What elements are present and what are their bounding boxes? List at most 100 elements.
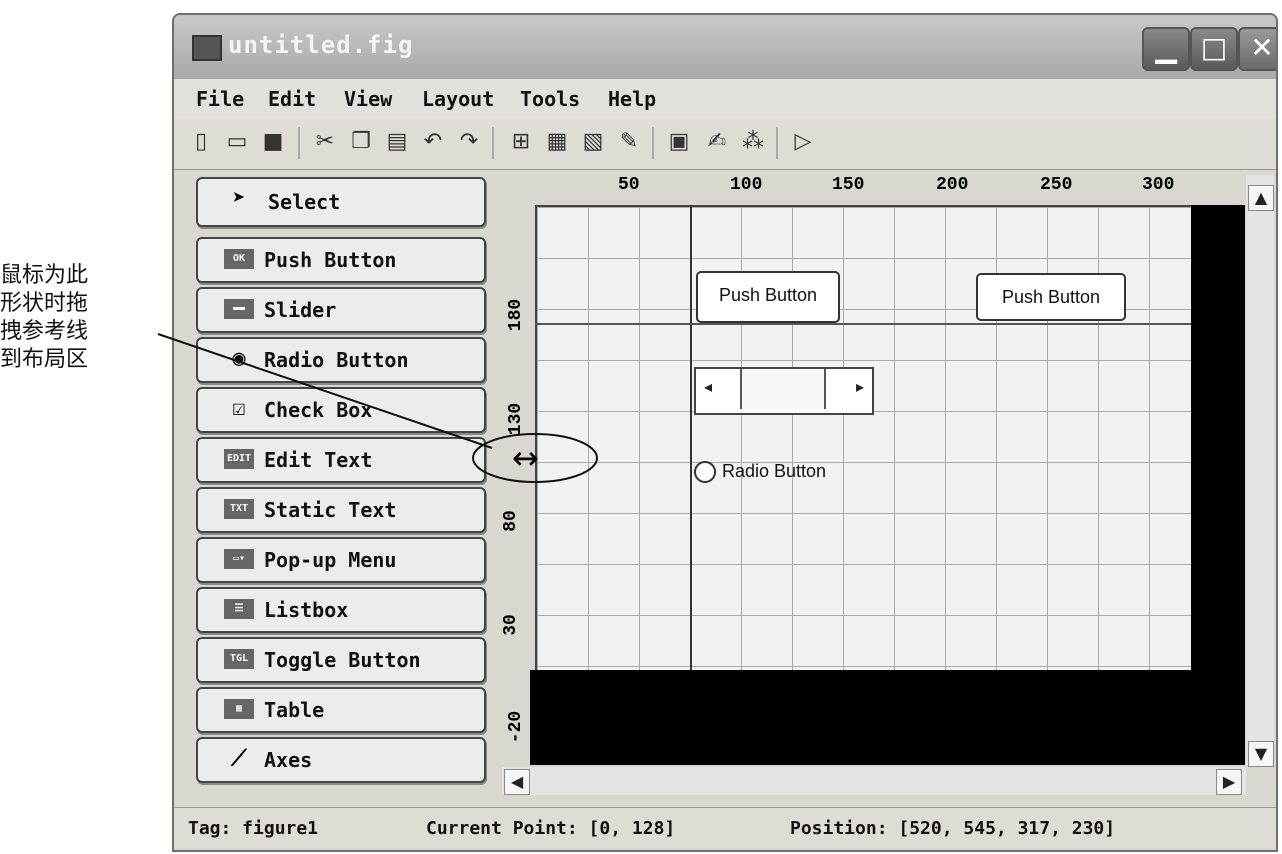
edit-text-icon: EDIT bbox=[224, 449, 254, 469]
toolbar-separator bbox=[776, 127, 778, 159]
minimize-button[interactable]: ▁ bbox=[1142, 27, 1190, 71]
palette-radio-button[interactable]: ◉ Radio Button bbox=[196, 337, 486, 383]
horizontal-ruler: 50 100 150 200 250 300 bbox=[532, 175, 1232, 205]
menu-layout[interactable]: Layout bbox=[422, 87, 494, 111]
undo-icon[interactable]: ↶ bbox=[420, 129, 446, 155]
title-bar: untitled.fig ▁ □ ✕ bbox=[174, 15, 1276, 79]
palette-edit-text[interactable]: EDIT Edit Text bbox=[196, 437, 486, 483]
ruler-tick-label: 80 bbox=[500, 510, 521, 532]
status-current-point: Current Point: [0, 128] bbox=[426, 818, 676, 839]
palette-label: Static Text bbox=[264, 498, 397, 522]
toolbar-separator bbox=[298, 127, 300, 159]
select-arrow-icon: ➤ bbox=[232, 186, 246, 211]
scroll-left-icon[interactable]: ◀ bbox=[504, 769, 530, 795]
scroll-up-icon[interactable]: ▲ bbox=[1248, 185, 1274, 211]
toolbar-editor-icon[interactable]: ✎ bbox=[616, 129, 642, 155]
ruler-tick-label: 200 bbox=[936, 175, 969, 195]
check-box-icon: ☑ bbox=[232, 396, 246, 421]
palette-table[interactable]: ▦ Table bbox=[196, 687, 486, 733]
annotation-line-3: 拽参考线 bbox=[0, 319, 89, 344]
push-button-icon: OK bbox=[224, 249, 254, 269]
status-position: Position: [520, 545, 317, 230] bbox=[790, 818, 1116, 839]
annotation-text: 鼠标为此 形状时拖 拽参考线 到布局区 bbox=[0, 262, 160, 374]
canvas-push-button-2[interactable]: Push Button bbox=[976, 273, 1126, 321]
palette-static-text[interactable]: TXT Static Text bbox=[196, 487, 486, 533]
menu-file[interactable]: File bbox=[196, 87, 244, 111]
save-icon[interactable]: ■ bbox=[260, 129, 286, 155]
palette-axes[interactable]: ⟋ Axes bbox=[196, 737, 486, 783]
table-icon: ▦ bbox=[224, 699, 254, 719]
new-file-icon[interactable]: ▯ bbox=[188, 129, 214, 155]
palette-push-button[interactable]: OK Push Button bbox=[196, 237, 486, 283]
popup-menu-icon: ▭▾ bbox=[224, 549, 254, 569]
slider-left-arrow-icon[interactable]: ◂ bbox=[704, 377, 712, 396]
redo-icon[interactable]: ↷ bbox=[456, 129, 482, 155]
horizontal-guide-line[interactable] bbox=[535, 323, 1191, 325]
palette-select[interactable]: ➤ Select bbox=[196, 177, 486, 227]
listbox-icon: ☰ bbox=[224, 599, 254, 619]
close-button[interactable]: ✕ bbox=[1238, 27, 1276, 71]
slider-right-arrow-icon[interactable]: ▸ bbox=[856, 377, 864, 396]
cut-icon[interactable]: ✂ bbox=[312, 129, 338, 155]
ruler-tick-label: 30 bbox=[500, 614, 521, 636]
canvas-push-button-1[interactable]: Push Button bbox=[696, 271, 840, 323]
maximize-button[interactable]: □ bbox=[1190, 27, 1238, 71]
menu-edit[interactable]: Edit bbox=[268, 87, 316, 111]
resize-cursor-icon: ↔ bbox=[512, 439, 539, 477]
figure-boundary bbox=[1191, 205, 1245, 675]
palette-label: Toggle Button bbox=[264, 648, 421, 672]
static-text-icon: TXT bbox=[224, 499, 254, 519]
slider-thumb[interactable] bbox=[740, 369, 826, 409]
palette-toggle-button[interactable]: TGL Toggle Button bbox=[196, 637, 486, 683]
scroll-down-icon[interactable]: ▼ bbox=[1248, 741, 1274, 767]
toolbar: ▯ ▭ ■ ✂ ❐ ▤ ↶ ↷ ⊞ ▦ ▧ ✎ ▣ ✍ ⁂ ▷ bbox=[174, 119, 1276, 170]
open-folder-icon[interactable]: ▭ bbox=[224, 129, 250, 155]
object-browser-icon[interactable]: ⁂ bbox=[740, 129, 766, 155]
m-file-editor-icon[interactable]: ▣ bbox=[666, 129, 692, 155]
ruler-tick-label: 150 bbox=[832, 175, 865, 195]
copy-icon[interactable]: ❐ bbox=[348, 129, 374, 155]
vertical-guide-line[interactable] bbox=[690, 205, 692, 670]
slider-icon: ▬▬ bbox=[224, 299, 254, 319]
ruler-tick-label: 180 bbox=[506, 298, 527, 332]
paste-icon[interactable]: ▤ bbox=[384, 129, 410, 155]
vertical-scrollbar[interactable]: ▲ ▼ bbox=[1246, 175, 1274, 767]
menu-help[interactable]: Help bbox=[608, 87, 656, 111]
figure-boundary bbox=[530, 670, 1245, 765]
canvas-slider[interactable]: ◂ ▸ bbox=[694, 367, 874, 415]
canvas-radio-button[interactable]: Radio Button bbox=[694, 461, 826, 489]
radio-circle-icon bbox=[694, 461, 716, 484]
palette-check-box[interactable]: ☑ Check Box bbox=[196, 387, 486, 433]
palette-label: Select bbox=[268, 190, 341, 214]
ruler-tick-label: 50 bbox=[618, 175, 640, 195]
palette-slider[interactable]: ▬▬ Slider bbox=[196, 287, 486, 333]
property-inspector-icon[interactable]: ✍ bbox=[704, 129, 730, 155]
scroll-right-icon[interactable]: ▶ bbox=[1216, 769, 1242, 795]
tab-order-icon[interactable]: ▧ bbox=[580, 129, 606, 155]
palette-label: Push Button bbox=[264, 248, 397, 272]
menu-tools[interactable]: Tools bbox=[520, 87, 580, 111]
palette-label: Axes bbox=[264, 748, 313, 772]
menu-view[interactable]: View bbox=[344, 87, 392, 111]
window-title: untitled.fig bbox=[228, 31, 414, 59]
status-bar: Tag: figure1 Current Point: [0, 128] Pos… bbox=[174, 807, 1276, 848]
toolbar-separator bbox=[492, 127, 494, 159]
ruler-tick-label: 250 bbox=[1040, 175, 1073, 195]
palette-listbox[interactable]: ☰ Listbox bbox=[196, 587, 486, 633]
run-icon[interactable]: ▷ bbox=[790, 129, 816, 155]
horizontal-scrollbar[interactable]: ◀ ▶ bbox=[502, 767, 1246, 795]
axes-icon: ⟋ bbox=[231, 746, 247, 771]
guide-window: untitled.fig ▁ □ ✕ File Edit View Layout… bbox=[172, 13, 1278, 852]
align-icon[interactable]: ⊞ bbox=[508, 129, 534, 155]
radio-button-icon: ◉ bbox=[232, 346, 246, 371]
palette-label: Table bbox=[264, 698, 325, 722]
palette-popup-menu[interactable]: ▭▾ Pop-up Menu bbox=[196, 537, 486, 583]
ruler-tick-label: 300 bbox=[1142, 175, 1175, 195]
menu-editor-icon[interactable]: ▦ bbox=[544, 129, 570, 155]
palette-label: Pop-up Menu bbox=[264, 548, 397, 572]
vertical-ruler: 180 130 80 30 -20 bbox=[492, 205, 532, 765]
palette-label: Listbox bbox=[264, 598, 349, 622]
toolbar-separator bbox=[652, 127, 654, 159]
status-tag: Tag: figure1 bbox=[188, 818, 319, 839]
toggle-button-icon: TGL bbox=[224, 649, 254, 669]
